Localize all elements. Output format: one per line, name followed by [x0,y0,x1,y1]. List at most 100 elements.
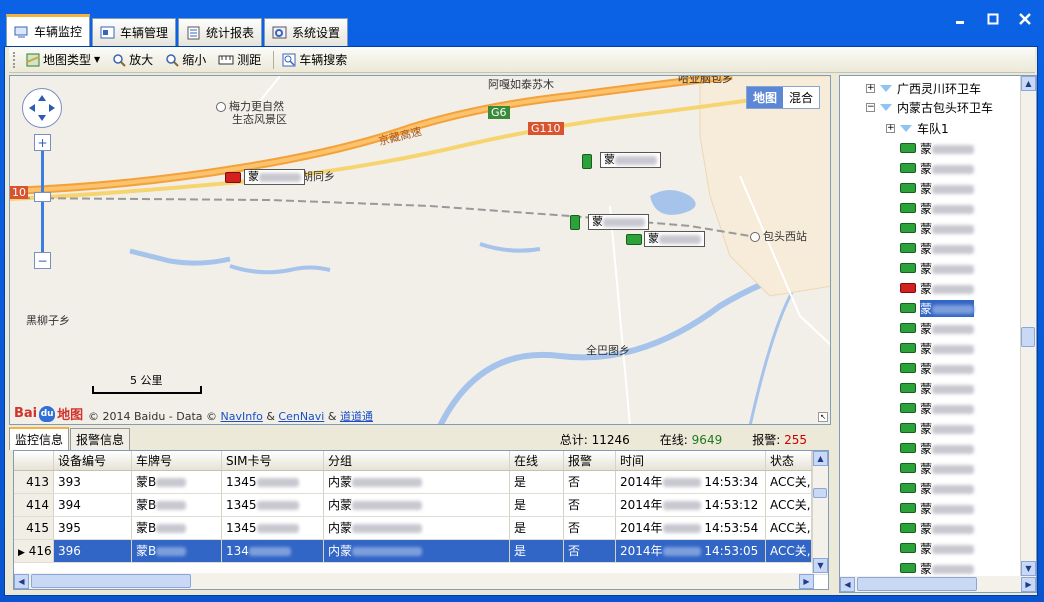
tree-vehicle-item[interactable]: 蒙 [900,558,975,578]
vehicle-marker-red[interactable] [225,172,241,183]
tree-vehicle-item[interactable]: 蒙 [900,318,975,338]
map-pan-control[interactable] [22,88,62,128]
toolbar-grip[interactable] [13,51,16,68]
table-row[interactable]: 415 395 蒙B 1345 内蒙 是 否 2014年 14:53:54 AC… [14,517,828,540]
collapse-icon[interactable]: − [866,102,875,112]
table-row[interactable]: 413 393 蒙B 1345 内蒙 是 否 2014年 14:53:34 AC… [14,471,828,494]
tree-vehicle-item[interactable]: 蒙 [900,278,975,298]
tree-vertical-scrollbar[interactable]: ▲ ▼ [1020,76,1036,576]
cell-time: 2014年 14:53:34 [616,471,766,493]
tree-vehicle-item[interactable]: 蒙 [900,258,975,278]
grid-vertical-scrollbar[interactable]: ▲ ▼ [812,451,828,573]
tab-system-settings[interactable]: 系统设置 [264,18,349,46]
tree-vehicle-item[interactable]: 蒙 [900,378,975,398]
expand-icon[interactable]: + [886,123,895,133]
tree-vscroll-thumb[interactable] [1021,327,1035,347]
vehicle-online-icon [900,463,916,473]
tree-hscroll-thumb[interactable] [857,577,977,591]
maximize-button[interactable] [984,10,1002,28]
navinfo-link[interactable]: NavInfo [221,410,263,423]
tree-vehicle-item[interactable]: 蒙 [900,538,975,558]
map-view[interactable]: 阿嘎如泰苏木 哈业脑包乡 梅力更自然 生态风景区 京藏高速 G6 G110 胡同… [9,75,831,425]
map-resize-grip[interactable]: ↖ [818,412,828,422]
zoom-slider-track[interactable] [41,151,44,259]
tab-vehicle-monitor[interactable]: 车辆监控 [6,14,91,46]
vehicle-marker-green[interactable] [570,215,580,230]
expand-icon[interactable]: + [866,83,875,93]
zoom-in-button[interactable]: 放大 [108,49,157,70]
map-icon [26,53,40,66]
map-zoom-in-button[interactable]: + [34,134,51,151]
col-header-time[interactable]: 时间 [616,451,766,470]
tree-group-guangxi[interactable]: + 广西灵川环卫车 [866,78,981,98]
tree-vehicle-item[interactable]: 蒙 [900,338,975,358]
scroll-left-icon[interactable]: ◀ [840,576,855,592]
tree-vehicle-item[interactable]: 蒙 [900,498,975,518]
tree-vehicle-label: 蒙 [920,320,975,337]
daodaotong-link[interactable]: 道道通 [340,410,373,423]
grid-vscroll-thumb[interactable] [813,488,827,498]
tree-horizontal-scrollbar[interactable]: ◀ ▶ [840,576,1036,592]
tab-statistics-report[interactable]: 统计报表 [178,18,263,46]
zoom-slider-thumb[interactable] [34,192,51,202]
tree-vehicle-item[interactable]: 蒙 [900,198,975,218]
measure-distance-button[interactable]: 测距 [214,49,265,70]
tree-vehicle-item[interactable]: 蒙 [900,418,975,438]
scroll-right-icon[interactable]: ▶ [799,573,814,589]
table-row[interactable]: 414 394 蒙B 1345 内蒙 是 否 2014年 14:53:12 AC… [14,494,828,517]
vehicle-marker-label[interactable]: 蒙 [600,152,661,168]
tab-vehicle-manage[interactable]: 车辆管理 [92,18,177,46]
vehicle-online-icon [900,523,916,533]
cennavi-link[interactable]: CenNavi [278,410,324,423]
scroll-up-icon[interactable]: ▲ [813,451,828,466]
tree-vehicle-label: 蒙 [920,480,975,497]
vehicle-marker-green[interactable] [626,234,642,245]
col-header-device[interactable]: 设备编号 [54,451,132,470]
map-type-button[interactable]: 地图类型 ▼ [22,49,104,70]
col-header-group[interactable]: 分组 [324,451,510,470]
scroll-right-icon[interactable]: ▶ [1021,576,1036,592]
scroll-down-icon[interactable]: ▼ [813,558,828,573]
tree-vehicle-item[interactable]: 蒙 [900,298,975,318]
map-zoom-out-button[interactable]: − [34,252,51,269]
tree-vehicle-item[interactable]: 蒙 [900,518,975,538]
tab-monitor-info[interactable]: 监控信息 [9,427,70,450]
minimize-button[interactable] [952,10,970,28]
col-header-plate[interactable]: 车牌号 [132,451,222,470]
tab-alarm-info[interactable]: 报警信息 [70,428,131,450]
tree-vehicle-item[interactable]: 蒙 [900,478,975,498]
close-button[interactable] [1016,10,1034,28]
vehicle-marker-label[interactable]: 蒙 [244,169,305,185]
tree-vehicle-label: 蒙 [920,200,975,217]
tree-vehicle-item[interactable]: 蒙 [900,178,975,198]
tree-vehicle-item[interactable]: 蒙 [900,438,975,458]
zoom-out-button[interactable]: 缩小 [161,49,210,70]
vehicle-stats: 总计: 11246 在线: 9649 报警: 255 [560,431,807,448]
scroll-up-icon[interactable]: ▲ [1021,76,1036,91]
vehicle-tree: + 广西灵川环卫车 − 内蒙古包头环卫车 + 车队1 蒙蒙蒙蒙蒙蒙蒙蒙蒙蒙蒙蒙蒙… [839,75,1037,593]
tree-group-baotou[interactable]: − 内蒙古包头环卫车 [866,97,993,117]
scroll-down-icon[interactable]: ▼ [1021,561,1036,576]
tree-vehicle-item[interactable]: 蒙 [900,138,975,158]
grid-hscroll-thumb[interactable] [31,574,191,588]
col-header-online[interactable]: 在线 [510,451,564,470]
tree-vehicle-item[interactable]: 蒙 [900,238,975,258]
scroll-left-icon[interactable]: ◀ [14,573,29,589]
tree-vehicle-item[interactable]: 蒙 [900,358,975,378]
vehicle-search-button[interactable]: 车辆搜索 [278,49,351,70]
vehicle-marker-label[interactable]: 蒙 [644,231,705,247]
vehicle-marker-label[interactable]: 蒙 [588,214,649,230]
tree-fleet-1[interactable]: + 车队1 [886,118,949,138]
tree-vehicle-item[interactable]: 蒙 [900,398,975,418]
grid-horizontal-scrollbar[interactable]: ◀ ▶ [14,573,814,589]
col-header-sim[interactable]: SIM卡号 [222,451,324,470]
tree-vehicle-item[interactable]: 蒙 [900,218,975,238]
map-type-hybrid-button[interactable]: 混合 [782,87,819,108]
table-row-selected[interactable]: ▶ 416 396 蒙B 134 内蒙 是 否 2014年 14:53:05 A… [14,540,828,563]
tree-vehicle-item[interactable]: 蒙 [900,158,975,178]
col-header-status[interactable]: 状态 [766,451,812,470]
vehicle-marker-green[interactable] [582,154,592,169]
tree-vehicle-item[interactable]: 蒙 [900,458,975,478]
col-header-alarm[interactable]: 报警 [564,451,616,470]
map-type-map-button[interactable]: 地图 [746,87,783,108]
